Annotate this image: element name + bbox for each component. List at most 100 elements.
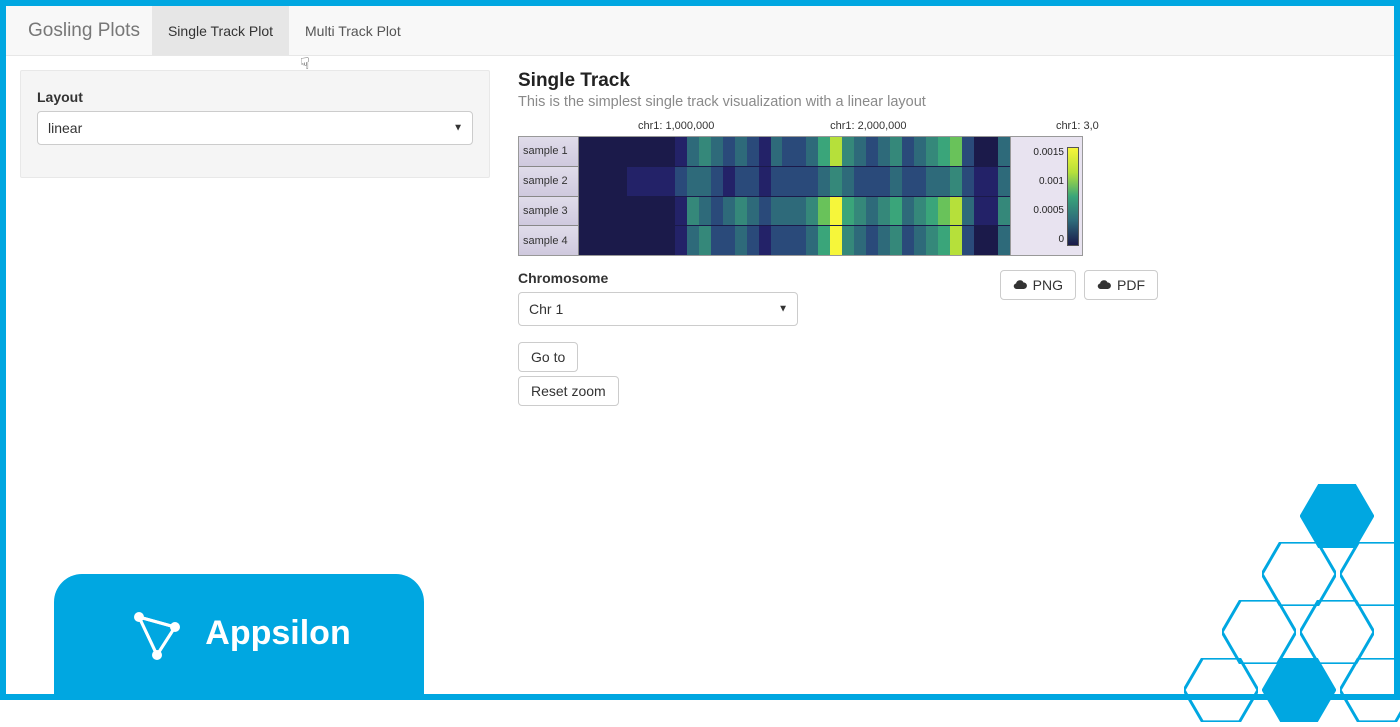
heat-cell [830, 226, 842, 255]
download-pdf-label: PDF [1117, 277, 1145, 293]
heat-cell [651, 226, 663, 255]
x-tick: chr1: 2,000,000 [830, 120, 906, 132]
heat-cell [818, 197, 830, 226]
reset-zoom-button[interactable]: Reset zoom [518, 376, 619, 406]
cursor-icon: ☟ [300, 54, 310, 74]
legend-gradient [1067, 147, 1079, 246]
heat-cell [735, 226, 747, 255]
color-legend: 0.0015 0.001 0.0005 0 [1010, 137, 1082, 255]
heat-cell [794, 197, 806, 226]
hex-background [1154, 484, 1400, 724]
heat-cell [842, 167, 854, 196]
sidebar-panel: Layout linear ▼ [20, 70, 490, 178]
heat-cell [938, 167, 950, 196]
x-tick: chr1: 1,000,000 [638, 120, 714, 132]
heat-cell [974, 137, 986, 166]
heat-cell [627, 137, 639, 166]
heat-cell [854, 226, 866, 255]
heat-cell [938, 226, 950, 255]
heat-cell [723, 167, 735, 196]
heat-cell [651, 197, 663, 226]
heat-cell [794, 226, 806, 255]
heat-cell [914, 197, 926, 226]
heat-cell [723, 226, 735, 255]
heat-cell [699, 226, 711, 255]
heat-cell [579, 167, 591, 196]
heat-cell [579, 137, 591, 166]
appsilon-logo-icon [127, 603, 187, 663]
heat-cell [759, 197, 771, 226]
heatmap[interactable] [579, 137, 1010, 255]
heat-cell [663, 226, 675, 255]
heat-cell [998, 167, 1010, 196]
heat-cell [735, 167, 747, 196]
chart-body[interactable]: sample 1 sample 2 sample 3 sample 4 0.00… [518, 136, 1083, 256]
chromosome-select-wrap: Chr 1 ▼ [518, 292, 798, 326]
heat-cell [687, 167, 699, 196]
heat-cell [699, 167, 711, 196]
heat-cell [926, 226, 938, 255]
heat-cell [890, 137, 902, 166]
heat-cell [938, 197, 950, 226]
heat-cell [711, 137, 723, 166]
heat-cell [591, 167, 603, 196]
layout-select[interactable]: linear [37, 111, 473, 145]
chart-area: chr1: 1,000,000 chr1: 2,000,000 chr1: 3,… [518, 120, 1083, 256]
heat-cell [615, 197, 627, 226]
goto-button[interactable]: Go to [518, 342, 578, 372]
heat-cell [699, 137, 711, 166]
legend-tick: 0.0005 [1014, 205, 1064, 216]
heat-cell [771, 137, 783, 166]
heat-cell [579, 197, 591, 226]
heat-cell [639, 197, 651, 226]
heat-cell [663, 197, 675, 226]
heat-cell [950, 197, 962, 226]
heat-cell [998, 197, 1010, 226]
app-brand: Gosling Plots [16, 20, 152, 42]
heat-cell [591, 197, 603, 226]
heat-cell [747, 226, 759, 255]
action-buttons: Go to Reset zoom [518, 342, 798, 406]
heat-cell [794, 137, 806, 166]
chromosome-select[interactable]: Chr 1 [518, 292, 798, 326]
heat-cell [938, 137, 950, 166]
heat-cell [962, 226, 974, 255]
row-label: sample 3 [519, 197, 578, 227]
heat-cell [830, 167, 842, 196]
nav-tabs: Single Track Plot Multi Track Plot [152, 6, 417, 55]
cloud-download-icon [1097, 278, 1111, 292]
legend-tick: 0.001 [1014, 176, 1064, 187]
heat-cell [926, 137, 938, 166]
download-pdf-button[interactable]: PDF [1084, 270, 1158, 300]
heat-cell [627, 167, 639, 196]
heat-cell [818, 137, 830, 166]
download-buttons: PNG PDF [1000, 270, 1158, 300]
heat-cell [651, 137, 663, 166]
tab-multi-track-plot[interactable]: Multi Track Plot [289, 6, 417, 55]
heat-cell [615, 137, 627, 166]
appsilon-badge: Appsilon [54, 574, 424, 700]
download-png-label: PNG [1033, 277, 1063, 293]
heat-cell [663, 167, 675, 196]
heat-cell [806, 197, 818, 226]
heat-cell [675, 137, 687, 166]
navbar: Gosling Plots Single Track Plot Multi Tr… [6, 6, 1394, 56]
download-png-button[interactable]: PNG [1000, 270, 1076, 300]
chromosome-group: Chromosome Chr 1 ▼ Go to Reset zoom [518, 270, 798, 406]
heat-cell [735, 137, 747, 166]
heat-cell [854, 167, 866, 196]
heat-cell [962, 167, 974, 196]
content: Layout linear ▼ Single Track This is the… [6, 56, 1394, 420]
heat-cell [902, 197, 914, 226]
chart-x-ticks: chr1: 1,000,000 chr1: 2,000,000 chr1: 3,… [518, 120, 1083, 136]
chromosome-label: Chromosome [518, 270, 798, 286]
legend-tick: 0 [1014, 234, 1064, 245]
heat-cell [747, 197, 759, 226]
heat-cell [651, 167, 663, 196]
tab-single-track-plot[interactable]: Single Track Plot [152, 6, 289, 55]
heat-cell [866, 167, 878, 196]
heat-cell [962, 137, 974, 166]
heat-cell [806, 226, 818, 255]
heat-cell [842, 137, 854, 166]
heat-cell [782, 226, 794, 255]
